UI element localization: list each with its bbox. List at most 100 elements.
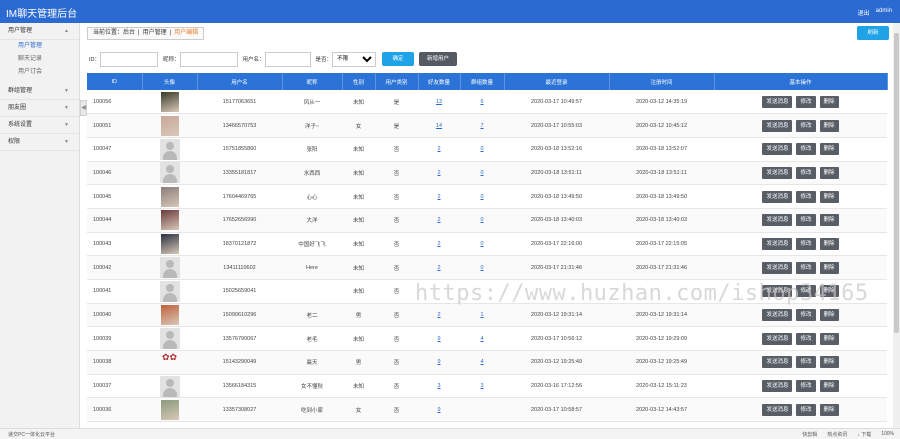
send-message-button[interactable]: 发送消息 <box>762 190 793 203</box>
cell-groups[interactable]: 0 <box>460 255 504 280</box>
edit-button[interactable]: 修改 <box>796 356 816 369</box>
menu-head-moments[interactable]: 朋友圈 ▼ <box>0 100 79 117</box>
send-message-button[interactable]: 发送消息 <box>762 166 793 179</box>
menu-head-system-settings[interactable]: 系统设置 ▼ <box>0 117 79 134</box>
cell-groups[interactable]: 0 <box>460 208 504 233</box>
cell-friends[interactable]: 2 <box>418 255 460 280</box>
cell-groups-link[interactable]: 0 <box>480 241 483 247</box>
edit-button[interactable]: 修改 <box>796 261 816 274</box>
edit-button[interactable]: 修改 <box>796 143 816 156</box>
nick-filter-input[interactable] <box>179 51 238 67</box>
cell-groups-link[interactable]: 0 <box>480 170 483 176</box>
cell-groups[interactable]: 7 <box>460 113 504 138</box>
send-message-button[interactable]: 发送消息 <box>762 143 793 156</box>
send-message-button[interactable]: 发送消息 <box>762 237 793 250</box>
status-item[interactable]: 热点资讯 <box>827 431 847 438</box>
scrollbar-thumb[interactable] <box>894 33 899 333</box>
cell-friends[interactable]: 2 <box>418 184 460 209</box>
send-message-button[interactable]: 发送消息 <box>762 380 793 393</box>
cell-friends-link[interactable]: 2 <box>437 194 440 200</box>
cell-friends[interactable]: 9 <box>418 350 460 375</box>
delete-button[interactable]: 删除 <box>819 166 839 179</box>
edit-button[interactable]: 修改 <box>796 309 816 322</box>
menu-head-group-management[interactable]: 群组管理 ▼ <box>0 83 79 100</box>
cell-friends-link[interactable]: 9 <box>437 359 440 365</box>
delete-button[interactable]: 删除 <box>819 309 839 322</box>
edit-button[interactable]: 修改 <box>796 190 816 203</box>
cell-friends[interactable]: 2 <box>418 232 460 257</box>
send-message-button[interactable]: 发送消息 <box>762 356 793 369</box>
edit-button[interactable]: 修改 <box>796 403 816 416</box>
cell-friends-link[interactable]: 2 <box>437 170 440 176</box>
status-item[interactable]: ↓ 下载 <box>857 431 871 438</box>
cell-friends-link[interactable]: 2 <box>437 146 440 152</box>
refresh-button[interactable]: 刷新 <box>857 26 889 40</box>
vertical-scrollbar[interactable] <box>893 23 900 428</box>
edit-button[interactable]: 修改 <box>796 332 816 345</box>
cell-friends[interactable]: 2 <box>418 303 460 328</box>
delete-button[interactable]: 删除 <box>819 261 839 274</box>
cell-friends-link[interactable]: 9 <box>437 407 440 413</box>
cell-groups[interactable]: 1 <box>460 303 504 328</box>
cell-friends-link[interactable]: 2 <box>437 241 440 247</box>
cell-friends-link[interactable]: 14 <box>436 123 442 129</box>
delete-button[interactable]: 删除 <box>819 332 839 345</box>
cell-groups-link[interactable]: 4 <box>480 359 483 365</box>
edit-button[interactable]: 修改 <box>796 95 816 108</box>
cell-friends-link[interactable]: 2 <box>437 312 440 318</box>
cell-groups[interactable] <box>460 397 504 423</box>
cell-friends-link[interactable]: 9 <box>437 336 440 342</box>
cell-groups-link[interactable]: 4 <box>480 336 483 342</box>
menu-head-permissions[interactable]: 权限 ▼ <box>0 134 79 151</box>
cell-groups-link[interactable]: 3 <box>480 383 483 389</box>
cell-friends[interactable]: 9 <box>418 326 460 352</box>
sidebar-item-user-orders[interactable]: 用户订会 <box>0 66 79 79</box>
id-filter-input[interactable] <box>100 51 159 67</box>
cell-groups-link[interactable]: 7 <box>480 123 483 129</box>
menu-head-user-management[interactable]: 用户管理 ▲ <box>0 23 79 40</box>
cell-groups-link[interactable]: 0 <box>480 146 483 152</box>
cell-groups[interactable]: 0 <box>460 161 504 186</box>
delete-button[interactable]: 删除 <box>819 403 839 416</box>
cell-friends-link[interactable]: 3 <box>437 383 440 389</box>
cell-friends-link[interactable]: 13 <box>436 99 442 105</box>
sidebar-item-user-management[interactable]: 用户管理 <box>0 40 79 53</box>
cell-groups[interactable]: 0 <box>460 184 504 209</box>
cell-friends[interactable]: 3 <box>418 374 460 399</box>
delete-button[interactable]: 删除 <box>819 356 839 369</box>
delete-button[interactable]: 删除 <box>819 190 839 203</box>
logout-link[interactable]: 退出 <box>858 8 870 17</box>
username-filter-input[interactable] <box>264 51 311 67</box>
cell-friends[interactable]: 2 <box>418 208 460 233</box>
cell-groups[interactable]: 0 <box>460 232 504 257</box>
edit-button[interactable]: 修改 <box>796 166 816 179</box>
edit-button[interactable]: 修改 <box>796 380 816 393</box>
cell-groups[interactable]: 6 <box>460 90 504 115</box>
cell-friends[interactable]: 2 <box>418 161 460 186</box>
send-message-button[interactable]: 发送消息 <box>762 332 793 345</box>
cell-friends[interactable]: 2 <box>418 137 460 162</box>
confirm-button[interactable]: 确定 <box>382 52 415 66</box>
sidebar-item-chat-records[interactable]: 聊天记录 <box>0 53 79 66</box>
cell-groups[interactable]: 4 <box>460 326 504 352</box>
delete-button[interactable]: 删除 <box>819 237 839 250</box>
add-user-button[interactable]: 新增用户 <box>419 52 458 66</box>
cell-groups-link[interactable]: 1 <box>480 312 483 318</box>
cell-friends[interactable]: 9 <box>418 397 460 423</box>
edit-button[interactable]: 修改 <box>796 237 816 250</box>
cell-groups-link[interactable]: 0 <box>480 265 483 271</box>
sidebar-collapse-handle[interactable]: ◀ <box>80 100 87 116</box>
send-message-button[interactable]: 发送消息 <box>762 119 793 132</box>
edit-button[interactable]: 修改 <box>796 119 816 132</box>
cell-groups-link[interactable]: 0 <box>480 217 483 223</box>
cell-friends[interactable]: 13 <box>418 90 460 115</box>
delete-button[interactable]: 删除 <box>819 95 839 108</box>
cell-groups[interactable]: 3 <box>460 374 504 399</box>
cell-groups[interactable]: 4 <box>460 350 504 375</box>
delete-button[interactable]: 删除 <box>819 119 839 132</box>
breadcrumb-parent[interactable]: 用户管理 <box>143 28 167 39</box>
send-message-button[interactable]: 发送消息 <box>762 309 793 322</box>
is-filter-select[interactable]: 不限 <box>332 51 377 67</box>
cell-friends-link[interactable]: 2 <box>437 217 440 223</box>
delete-button[interactable]: 删除 <box>819 214 839 227</box>
